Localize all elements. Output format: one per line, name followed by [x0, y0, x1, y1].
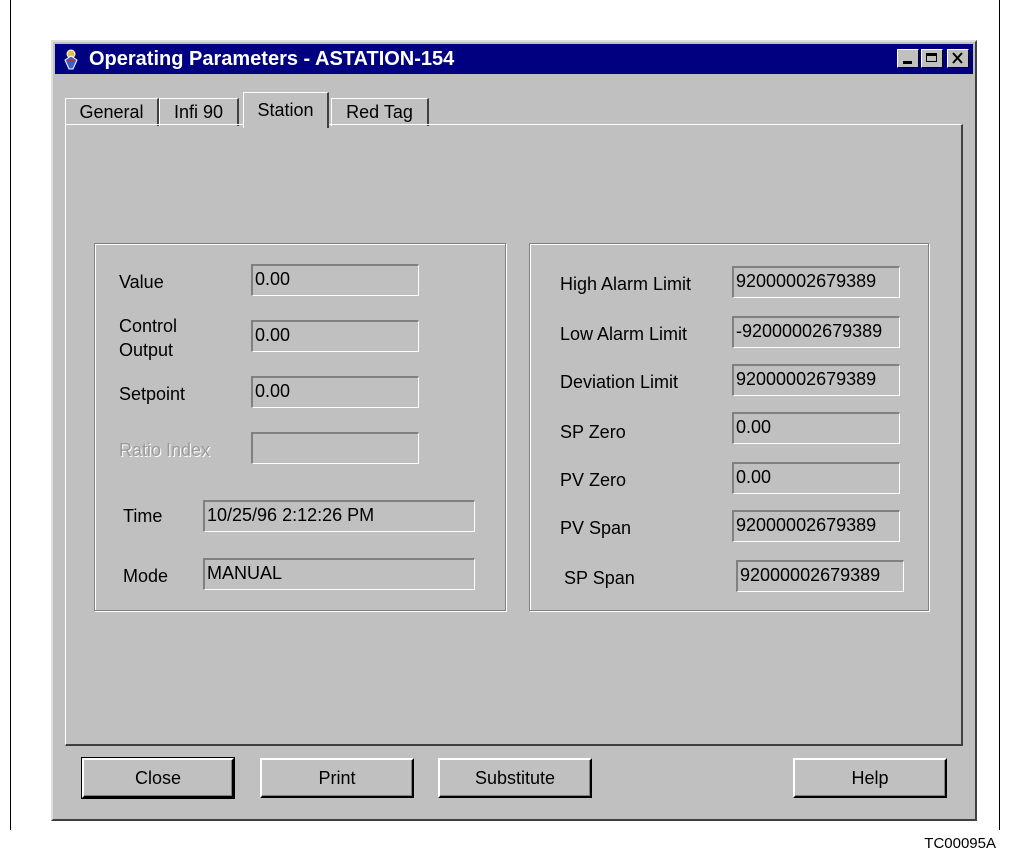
pv-span-label: PV Span: [560, 518, 632, 538]
setpoint-field: 0.00: [251, 376, 419, 408]
minimize-icon: [903, 61, 912, 64]
station-tab-panel: Value 0.00 Control Output 0.00 Setpoint …: [65, 124, 963, 746]
low-alarm-limit-field: -92000002679389: [732, 316, 900, 348]
tab-label: Station: [257, 100, 314, 120]
mode-field: MANUAL: [203, 558, 475, 590]
ratio-index-label: Ratio Index: [119, 440, 211, 460]
sp-span-field: 92000002679389: [736, 560, 904, 592]
limits-group: High Alarm Limit 92000002679389 Low Alar…: [529, 243, 929, 611]
close-window-button[interactable]: [947, 49, 969, 68]
sp-zero-field: 0.00: [732, 412, 900, 444]
pv-zero-field: 0.00: [732, 462, 900, 494]
tab-label: Red Tag: [346, 102, 413, 122]
tab-label: General: [79, 102, 144, 122]
window-title: Operating Parameters - ASTATION-154: [89, 47, 455, 70]
tab-station[interactable]: Station: [243, 92, 329, 128]
pv-span-field: 92000002679389: [732, 510, 900, 542]
process-values-group: Value 0.00 Control Output 0.00 Setpoint …: [94, 243, 506, 611]
dialog-window: Operating Parameters - ASTATION-154 Gene…: [51, 40, 977, 821]
time-label: Time: [123, 506, 163, 526]
mode-label: Mode: [123, 566, 169, 586]
pv-zero-label: PV Zero: [560, 470, 627, 490]
deviation-limit-field: 92000002679389: [732, 364, 900, 396]
app-icon: [64, 49, 78, 70]
value-label: Value: [119, 272, 164, 292]
figure-code: TC00095A: [924, 835, 996, 852]
print-button[interactable]: Print: [260, 758, 414, 798]
time-field: 10/25/96 2:12:26 PM: [203, 500, 475, 532]
tab-red-tag[interactable]: Red Tag: [331, 98, 429, 126]
sp-span-label: SP Span: [564, 568, 635, 588]
maximize-button[interactable]: [921, 49, 943, 68]
close-icon: [952, 52, 963, 64]
tab-label: Infi 90: [173, 102, 224, 122]
high-alarm-limit-label: High Alarm Limit: [560, 274, 692, 294]
low-alarm-limit-label: Low Alarm Limit: [560, 324, 688, 344]
high-alarm-limit-field: 92000002679389: [732, 266, 900, 298]
tab-general[interactable]: General: [65, 98, 159, 126]
sp-zero-label: SP Zero: [560, 422, 626, 442]
ratio-index-field: [251, 432, 419, 464]
tab-infi-90[interactable]: Infi 90: [159, 98, 239, 126]
title-bar[interactable]: Operating Parameters - ASTATION-154: [55, 44, 973, 74]
setpoint-label: Setpoint: [119, 384, 186, 404]
help-button[interactable]: Help: [793, 758, 947, 798]
maximize-icon: [926, 53, 937, 62]
control-output-field: 0.00: [251, 320, 419, 352]
minimize-button[interactable]: [897, 49, 919, 68]
close-button[interactable]: Close: [81, 757, 235, 799]
deviation-limit-label: Deviation Limit: [560, 372, 679, 392]
control-output-label-1: Control: [119, 316, 178, 336]
control-output-label-2: Output: [119, 340, 174, 360]
value-field: 0.00: [251, 264, 419, 296]
substitute-button[interactable]: Substitute: [438, 758, 592, 798]
